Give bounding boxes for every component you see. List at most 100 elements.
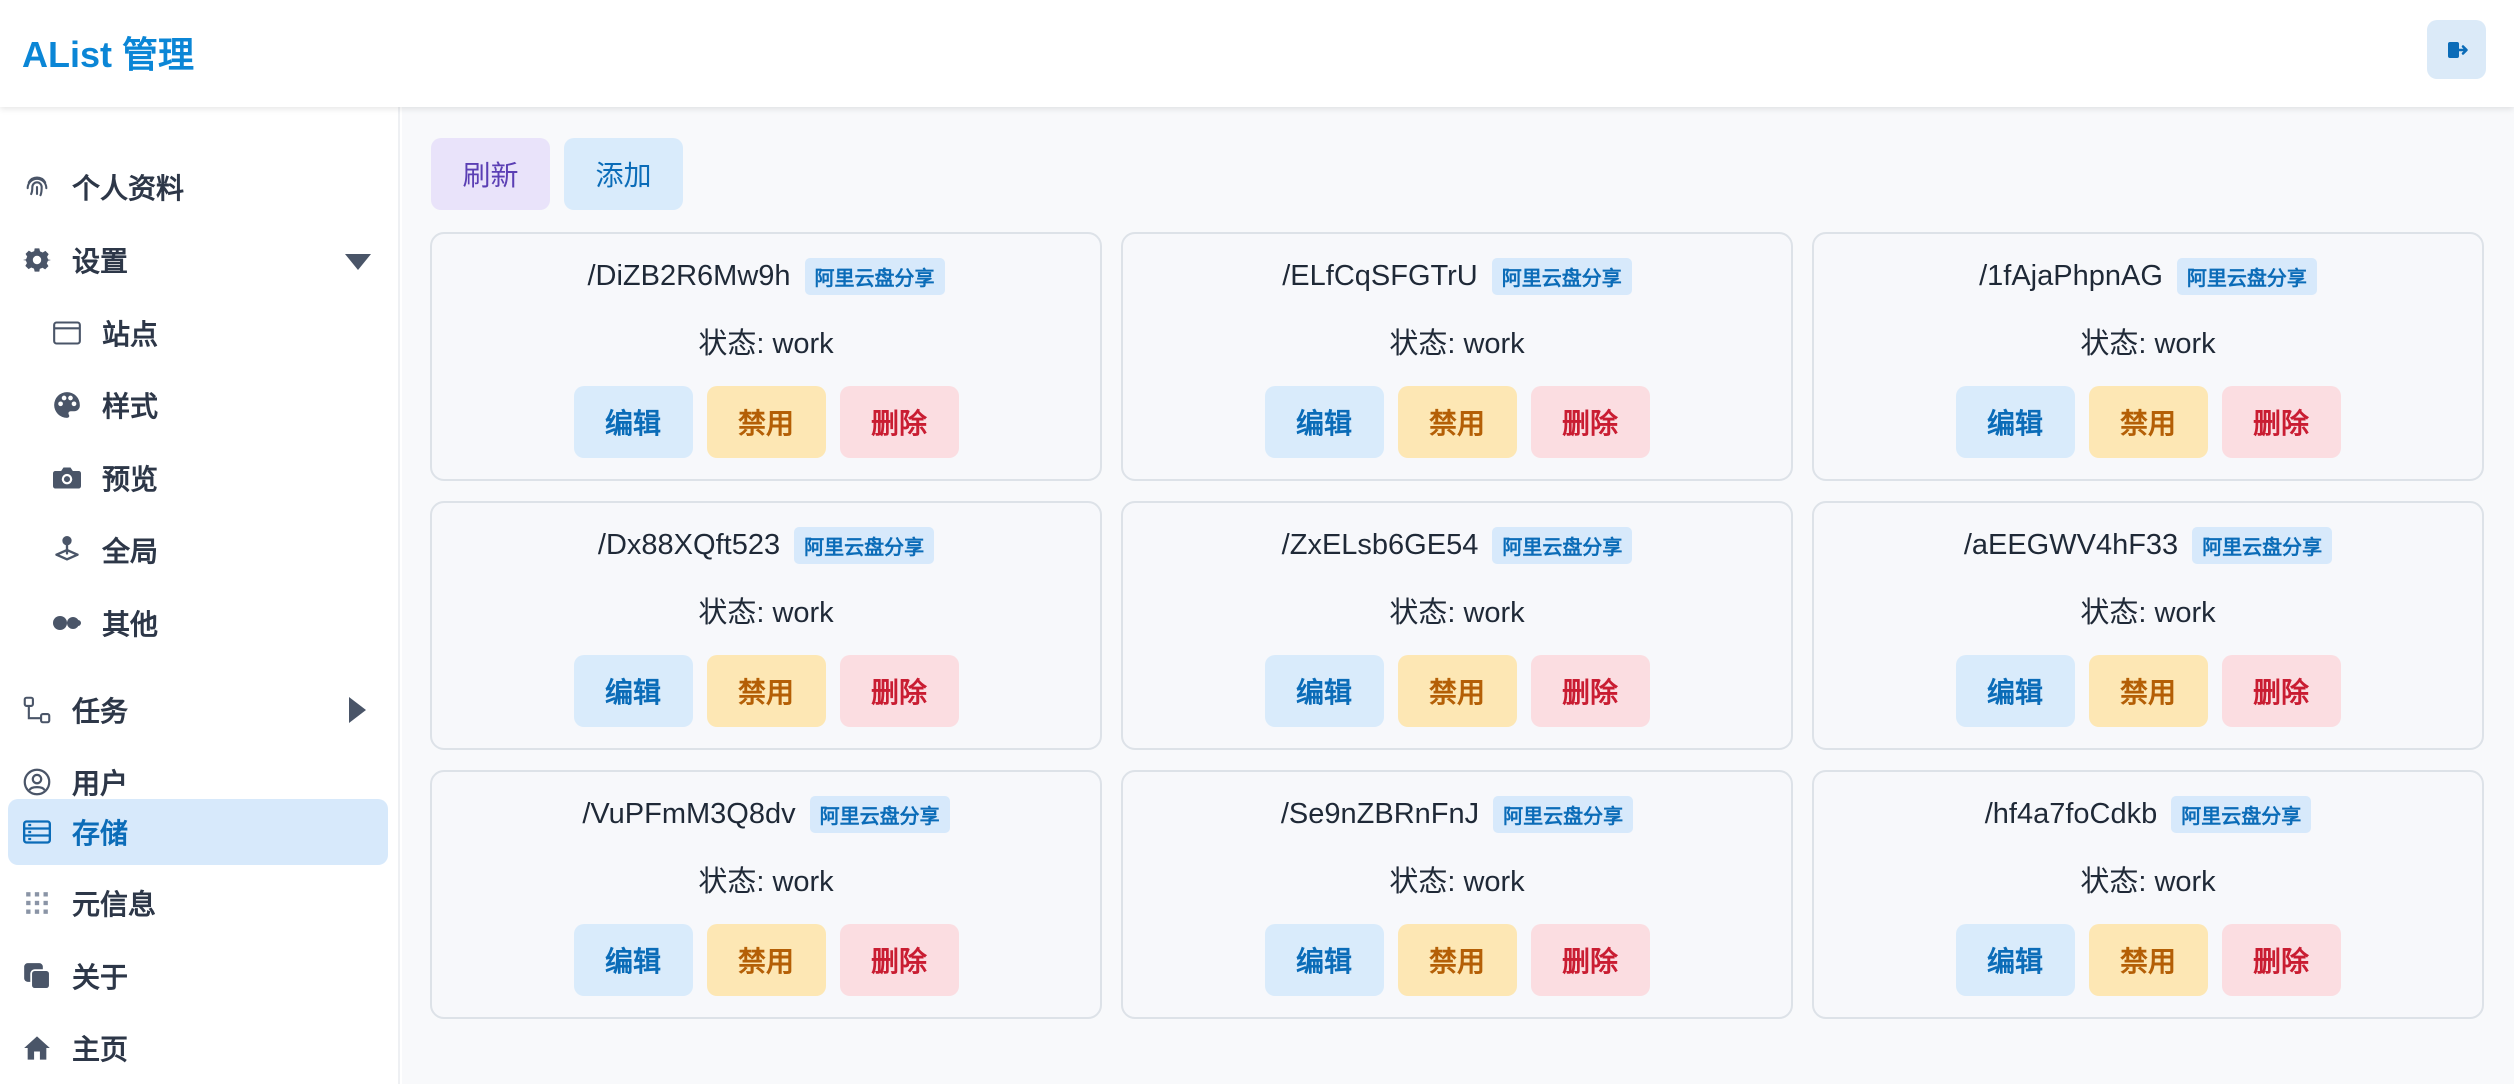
edit-button[interactable]: 编辑 <box>573 386 693 458</box>
status-text: 状态: work <box>1389 597 1525 629</box>
mount-path: /1fAjaPhpnAG <box>1979 260 2163 292</box>
copy-icon <box>22 961 52 991</box>
mount-path: /hf4a7foCdkb <box>1984 798 2158 830</box>
sidebar-item-label: 元信息 <box>72 889 157 920</box>
sidebar-item-label: 其他 <box>102 609 159 640</box>
sidebar-item-other[interactable]: 其他 <box>38 591 388 655</box>
delete-button[interactable]: 删除 <box>2221 655 2341 727</box>
sidebar-item-label: 存储 <box>72 818 129 849</box>
delete-button[interactable]: 删除 <box>2221 386 2341 458</box>
disable-button[interactable]: 禁用 <box>1397 924 1517 996</box>
gear-icon <box>22 245 52 275</box>
fingerprint-icon <box>22 172 52 202</box>
chevron-down-icon <box>344 248 372 280</box>
storage-card: /DiZB2R6Mw9h 阿里云盘分享 状态: work 编辑 禁用 删除 <box>430 232 1102 481</box>
status-text: 状态: work <box>698 597 834 629</box>
storage-icon <box>22 817 52 847</box>
driver-badge: 阿里云盘分享 <box>809 796 950 833</box>
driver-badge: 阿里云盘分享 <box>2171 796 2312 833</box>
sidebar-item-label: 用户 <box>72 768 129 799</box>
driver-badge: 阿里云盘分享 <box>2176 258 2317 295</box>
status-text: 状态: work <box>1389 328 1525 360</box>
joystick-icon <box>52 535 82 565</box>
sidebar-item-global[interactable]: 全局 <box>38 518 388 582</box>
storage-card: /ELfCqSFGTrU 阿里云盘分享 状态: work 编辑 禁用 删除 <box>1121 232 1793 481</box>
logout-icon <box>2447 41 2468 58</box>
disable-button[interactable]: 禁用 <box>2088 655 2208 727</box>
user-circle-icon <box>22 767 52 797</box>
edit-button[interactable]: 编辑 <box>1264 386 1384 458</box>
sidebar-item-style[interactable]: 样式 <box>38 373 388 437</box>
driver-badge: 阿里云盘分享 <box>1491 258 1632 295</box>
sidebar: 个人资料 设置 站点 样式 预览 全局 其他 任务 用户 存储 元信息 关于 主… <box>0 107 400 1084</box>
storage-card: /VuPFmM3Q8dv 阿里云盘分享 状态: work 编辑 禁用 删除 <box>430 770 1102 1019</box>
status-text: 状态: work <box>1389 866 1525 898</box>
delete-button[interactable]: 删除 <box>1530 386 1650 458</box>
sidebar-item-label: 任务 <box>72 696 129 727</box>
sidebar-item-about[interactable]: 关于 <box>8 944 388 1008</box>
driver-badge: 阿里云盘分享 <box>2192 527 2333 564</box>
sidebar-item-storage[interactable]: 存储 <box>8 799 388 865</box>
driver-badge: 阿里云盘分享 <box>794 527 935 564</box>
mount-path: /Se9nZBRnFnJ <box>1280 798 1480 830</box>
storage-card: /Dx88XQft523 阿里云盘分享 状态: work 编辑 禁用 删除 <box>430 501 1102 750</box>
disable-button[interactable]: 禁用 <box>706 655 826 727</box>
edit-button[interactable]: 编辑 <box>1264 655 1384 727</box>
sidebar-item-meta[interactable]: 元信息 <box>8 871 388 935</box>
driver-badge: 阿里云盘分享 <box>804 258 945 295</box>
edit-button[interactable]: 编辑 <box>1955 655 2075 727</box>
storage-card: /1fAjaPhpnAG 阿里云盘分享 状态: work 编辑 禁用 删除 <box>1812 232 2484 481</box>
add-button[interactable]: 添加 <box>564 138 683 210</box>
status-text: 状态: work <box>698 866 834 898</box>
status-text: 状态: work <box>2080 328 2216 360</box>
edit-button[interactable]: 编辑 <box>573 655 693 727</box>
edit-button[interactable]: 编辑 <box>1955 924 2075 996</box>
disable-button[interactable]: 禁用 <box>1397 655 1517 727</box>
sidebar-item-label: 设置 <box>72 246 129 277</box>
mount-path: /VuPFmM3Q8dv <box>582 798 796 830</box>
delete-button[interactable]: 删除 <box>839 655 959 727</box>
disable-button[interactable]: 禁用 <box>1397 386 1517 458</box>
disable-button[interactable]: 禁用 <box>706 924 826 996</box>
status-text: 状态: work <box>698 328 834 360</box>
main-content: 刷新 添加 /DiZB2R6Mw9h 阿里云盘分享 状态: work 编辑 禁用… <box>402 107 2514 1084</box>
grid-dots-icon <box>22 888 52 918</box>
camera-icon <box>52 463 82 493</box>
delete-button[interactable]: 删除 <box>839 386 959 458</box>
delete-button[interactable]: 删除 <box>1530 924 1650 996</box>
edit-button[interactable]: 编辑 <box>1955 386 2075 458</box>
app-header: AList 管理 <box>0 0 2514 107</box>
storage-card: /ZxELsb6GE54 阿里云盘分享 状态: work 编辑 禁用 删除 <box>1121 501 1793 750</box>
driver-badge: 阿里云盘分享 <box>1493 796 1634 833</box>
sidebar-item-tasks[interactable]: 任务 <box>8 678 388 742</box>
sidebar-item-label: 个人资料 <box>72 173 185 204</box>
mount-path: /aEEGWV4hF33 <box>1963 529 2179 561</box>
delete-button[interactable]: 删除 <box>839 924 959 996</box>
delete-button[interactable]: 删除 <box>2221 924 2341 996</box>
sidebar-item-home[interactable]: 主页 <box>8 1016 388 1080</box>
disable-button[interactable]: 禁用 <box>2088 924 2208 996</box>
workflow-icon <box>22 695 52 725</box>
disable-button[interactable]: 禁用 <box>706 386 826 458</box>
driver-badge: 阿里云盘分享 <box>1492 527 1633 564</box>
storage-card: /aEEGWV4hF33 阿里云盘分享 状态: work 编辑 禁用 删除 <box>1812 501 2484 750</box>
window-icon <box>52 318 82 348</box>
chevron-right-icon <box>346 696 368 731</box>
sidebar-item-site[interactable]: 站点 <box>38 301 388 365</box>
mount-path: /Dx88XQft523 <box>597 529 781 561</box>
sidebar-item-label: 主页 <box>72 1034 129 1065</box>
edit-button[interactable]: 编辑 <box>1264 924 1384 996</box>
sidebar-item-profile[interactable]: 个人资料 <box>8 155 388 219</box>
mount-path: /DiZB2R6Mw9h <box>587 260 791 292</box>
refresh-button[interactable]: 刷新 <box>431 138 550 210</box>
edit-button[interactable]: 编辑 <box>573 924 693 996</box>
storage-card: /hf4a7foCdkb 阿里云盘分享 状态: work 编辑 禁用 删除 <box>1812 770 2484 1019</box>
sidebar-item-preview[interactable]: 预览 <box>38 446 388 510</box>
app-title: AList 管理 <box>22 34 195 75</box>
logout-button[interactable] <box>2427 20 2486 79</box>
mount-path: /ELfCqSFGTrU <box>1282 260 1478 292</box>
disable-button[interactable]: 禁用 <box>2088 386 2208 458</box>
sidebar-item-settings[interactable]: 设置 <box>8 228 388 292</box>
delete-button[interactable]: 删除 <box>1530 655 1650 727</box>
toggle-icon <box>52 608 82 638</box>
